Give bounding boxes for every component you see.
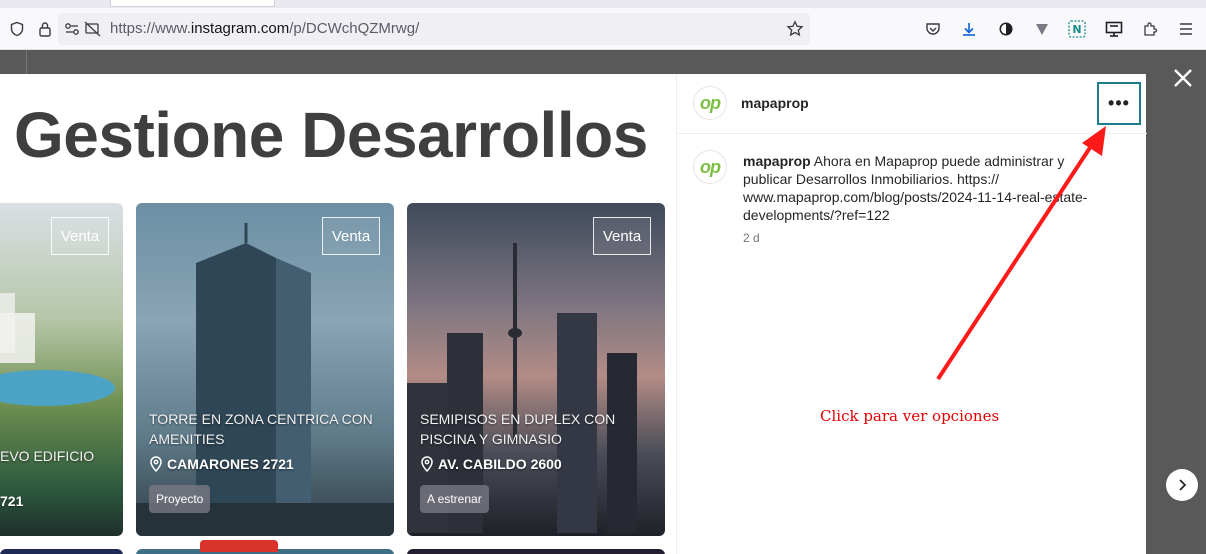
annotation-arrow [936,126,1106,381]
annotation-label: Click para ver opciones [820,407,1000,425]
